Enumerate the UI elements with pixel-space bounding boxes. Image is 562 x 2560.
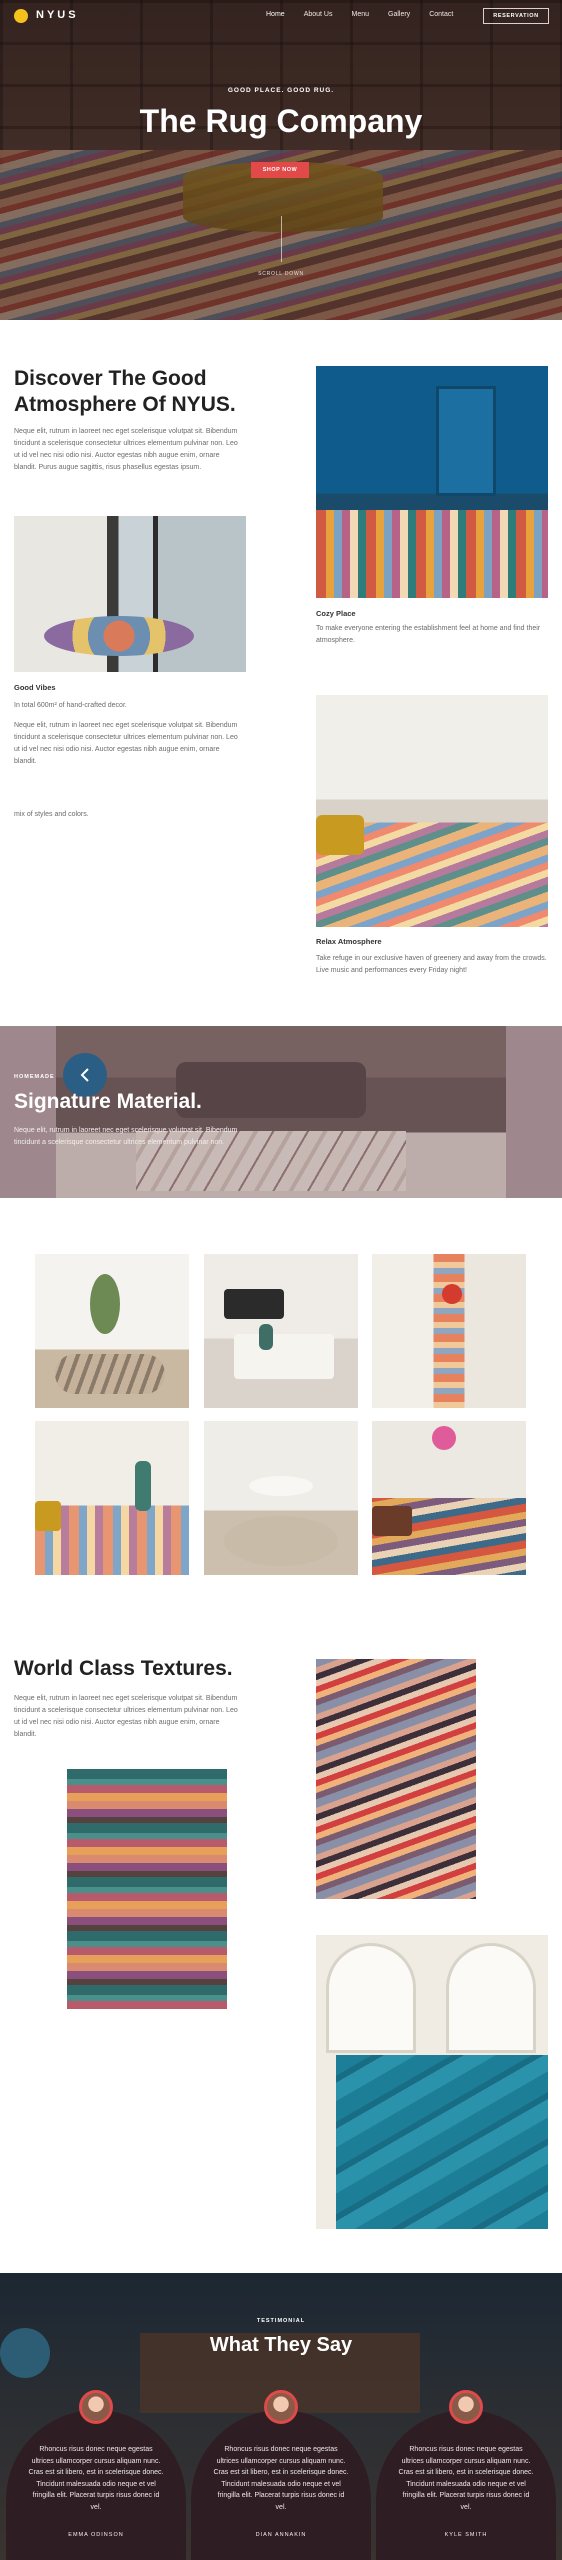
good-vibes-caption: Good Vibes: [14, 683, 56, 692]
good-vibes-text: Neque elit, rutrum in laoreet nec eget s…: [14, 722, 238, 765]
gallery-plant: [90, 1274, 120, 1334]
testimonial-text: Rhoncus risus donec neque egestas ultric…: [213, 2446, 349, 2511]
gallery-image[interactable]: [372, 1254, 526, 1408]
gallery-image[interactable]: [204, 1254, 358, 1408]
texture-wave-rug-image: [316, 1659, 476, 1899]
staircase-arch-window: [446, 1943, 536, 2053]
gallery-balloon: [432, 1426, 456, 1450]
nav-link-home[interactable]: Home: [266, 11, 285, 18]
testimonial-text: Rhoncus risus donec neque egestas ultric…: [398, 2446, 534, 2511]
avatar: [264, 2390, 298, 2424]
staircase-arch-window: [326, 1943, 416, 2053]
testimonial-author: DIAN ANNAKIN: [255, 2532, 307, 2538]
banner-title: Signature Material.: [14, 1090, 202, 1113]
testimonial-author: KYLE SMITH: [444, 2532, 488, 2538]
gallery-image[interactable]: [35, 1254, 189, 1408]
cozy-place-caption: Cozy Place: [316, 609, 356, 618]
about-title: Discover The Good Atmosphere Of NYUS.: [14, 367, 236, 416]
kitchen-rug: [44, 616, 194, 656]
gallery-rug: [55, 1354, 165, 1394]
banner-text: Neque elit, rutrum in laoreet nec eget s…: [14, 1127, 238, 1146]
testimonials-kicker: TESTIMONIAL: [256, 2318, 306, 2324]
staircase-carpet: [336, 2055, 548, 2229]
logo-text[interactable]: NYUS: [36, 9, 79, 21]
gallery-cabinet: [224, 1289, 284, 1319]
cozy-door: [436, 386, 496, 496]
scroll-indicator-line: [281, 216, 282, 262]
avatar: [449, 2390, 483, 2424]
main-nav: NYUS Home About Us Menu Gallery Contact …: [0, 0, 562, 32]
testimonial-author: EMMA ODINSON: [68, 2532, 124, 2538]
relax-atmosphere-text: Take refuge in our exclusive haven of gr…: [316, 955, 547, 974]
nav-link-gallery[interactable]: Gallery: [388, 11, 410, 18]
hero-kicker: GOOD PLACE. GOOD RUG.: [227, 87, 335, 94]
gallery-image[interactable]: [372, 1421, 526, 1575]
avatar: [79, 2390, 113, 2424]
logo-circle-icon[interactable]: [14, 9, 28, 23]
banner-kicker: HOMEMADE: [14, 1074, 55, 1080]
mix-styles-text: mix of styles and colors.: [14, 811, 89, 818]
textures-text: Neque elit, rutrum in laoreet nec eget s…: [14, 1695, 238, 1738]
good-vibes-area-text: In total 600m² of hand-crafted decor.: [14, 702, 127, 709]
cozy-place-text: To make everyone entering the establishm…: [316, 625, 541, 644]
gallery-vase: [135, 1461, 151, 1511]
nav-link-menu[interactable]: Menu: [351, 11, 369, 18]
gallery-chair: [35, 1501, 61, 1531]
gallery-chair: [442, 1284, 462, 1304]
gallery-rug: [224, 1516, 338, 1566]
nav-link-about[interactable]: About Us: [304, 11, 333, 18]
hero-title: The Rug Company: [139, 103, 423, 139]
relax-chair: [316, 815, 364, 855]
gallery-table: [234, 1334, 334, 1379]
chevron-left-icon: [80, 1068, 89, 1082]
nav-link-contact[interactable]: Contact: [429, 11, 453, 18]
shop-now-button[interactable]: SHOP NOW: [251, 162, 309, 178]
reservation-button[interactable]: RESERVATION: [483, 8, 549, 24]
gallery-sofa: [372, 1506, 412, 1536]
textures-title: World Class Textures.: [14, 1657, 233, 1680]
relax-atmosphere-image: [316, 695, 548, 927]
gallery-table: [249, 1476, 313, 1496]
cozy-place-image: [316, 366, 548, 598]
gallery-vase: [259, 1324, 273, 1350]
testimonial-text: Rhoncus risus donec neque egestas ultric…: [28, 2446, 164, 2511]
testimonials-title: What They Say: [209, 2334, 353, 2356]
about-text: Neque elit, rutrum in laoreet nec eget s…: [14, 428, 238, 471]
good-vibes-image: [14, 516, 246, 672]
relax-atmosphere-caption: Relax Atmosphere: [316, 937, 382, 946]
texture-striped-rug-image: [67, 1769, 227, 2009]
nav-links: Home About Us Menu Gallery Contact: [266, 11, 472, 18]
texture-staircase-image: [316, 1935, 548, 2229]
gallery-image[interactable]: [204, 1421, 358, 1575]
gallery-image[interactable]: [35, 1421, 189, 1575]
scroll-down-link[interactable]: SCROLL DOWN: [0, 271, 562, 277]
